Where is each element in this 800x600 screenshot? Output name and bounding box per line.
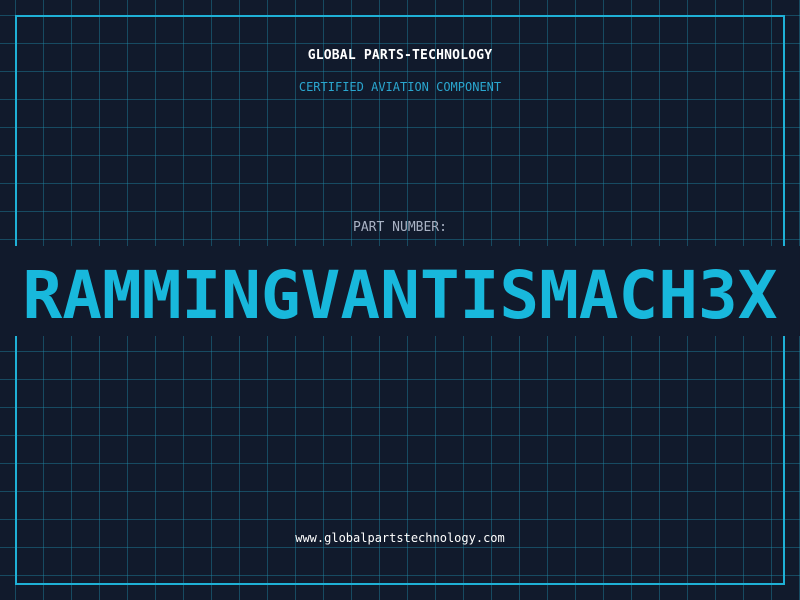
part-label-page: GLOBAL PARTS-TECHNOLOGY CERTIFIED AVIATI… [0,0,800,600]
certification-subtitle: CERTIFIED AVIATION COMPONENT [298,80,502,94]
part-number-value: RAMMINGVANTISMACH3X [22,257,778,334]
website-url: www.globalpartstechnology.com [295,531,505,545]
part-number-label: PART NUMBER: [353,220,447,235]
company-name: GLOBAL PARTS-TECHNOLOGY [307,48,493,63]
